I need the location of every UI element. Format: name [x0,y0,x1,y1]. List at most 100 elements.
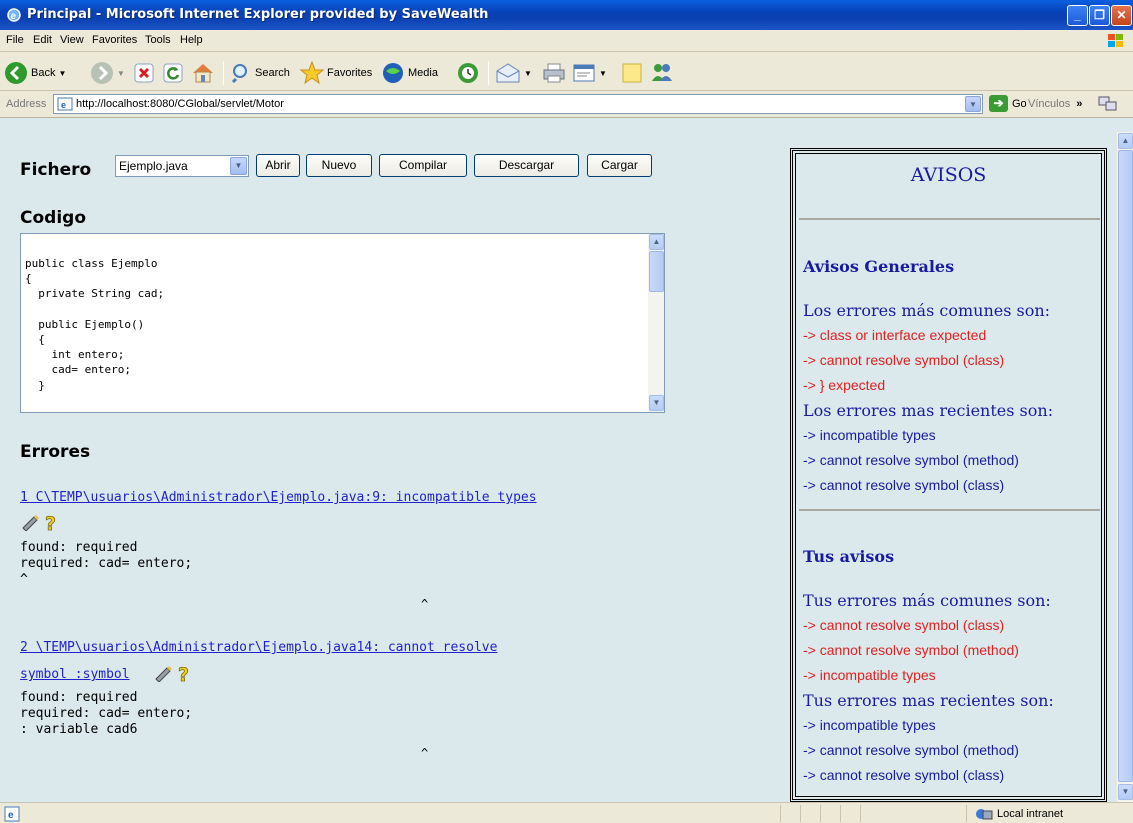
menu-favorites[interactable]: Favorites [92,34,137,46]
file-select[interactable]: Ejemplo.java ▼ [115,155,249,177]
page-status-icon: e [4,806,20,822]
window-title: Principal - Microsoft Internet Explorer … [27,7,489,22]
menu-bar: File Edit View Favorites Tools Help [0,30,1133,52]
svg-text:e: e [61,100,66,110]
star-icon [300,61,324,85]
scroll-down-icon[interactable]: ▼ [649,395,664,411]
error-2-icons: ? [153,664,191,684]
nuevo-button[interactable]: Nuevo [306,154,372,177]
help-question-icon[interactable]: ? [44,513,58,533]
menu-help[interactable]: Help [180,34,203,46]
chevron-down-icon: ▼ [117,68,125,78]
error-link-2a[interactable]: 2 \TEMP\usuarios\Administrador\Ejemplo.j… [20,640,497,655]
tus-comunes-label: Tus errores más comunes son: [803,591,1051,610]
edit-document-icon [573,64,595,82]
tus-recientes-item: -> cannot resolve symbol (class) [803,767,1005,783]
scroll-up-icon[interactable]: ▲ [649,234,664,250]
printer-icon [543,63,565,83]
menu-tools[interactable]: Tools [145,34,171,46]
links-toolbar[interactable]: Vínculos » [1028,98,1082,110]
intranet-icon [976,809,993,820]
menu-edit[interactable]: Edit [33,34,52,46]
tus-recientes-item: -> cannot resolve symbol (method) [803,742,1019,758]
go-arrow-icon: ➔ [989,95,1008,112]
back-label: Back [31,67,56,79]
svg-text:e: e [11,11,17,22]
windows-logo-icon [1108,34,1123,47]
svg-text:?: ? [178,664,189,684]
comunes-label: Los errores más comunes son: [803,301,1051,320]
edit-pen-icon[interactable] [20,513,40,531]
scroll-up-icon[interactable]: ▲ [1118,133,1133,149]
error-1-caret: ^ [421,597,429,611]
print-button[interactable] [542,60,566,86]
tus-comunes-item: -> cannot resolve symbol (method) [803,642,1019,658]
favorites-label: Favorites [327,67,373,79]
error-2-detail: found: required required: cad= entero; :… [20,690,193,737]
tus-recientes-item: -> incompatible types [803,717,936,733]
minimize-button[interactable]: _ [1067,5,1088,26]
error-link-2b[interactable]: symbol :symbol [20,667,130,682]
refresh-button[interactable] [162,60,184,86]
menu-view[interactable]: View [60,34,84,46]
links-more-icon: » [1076,98,1083,110]
code-textarea[interactable]: public class Ejemplo { private String ca… [20,233,665,413]
address-input[interactable]: e http://localhost:8080/CGlobal/servlet/… [53,94,983,114]
back-button[interactable]: Back ▼ [4,60,66,86]
code-text: public class Ejemplo { private String ca… [25,257,165,392]
fichero-label: Fichero [20,160,92,180]
tus-comunes-item: -> incompatible types [803,667,936,683]
messenger-button[interactable] [650,60,674,86]
code-scrollbar[interactable]: ▲ ▼ [648,234,664,412]
chevron-down-icon: ▼ [230,157,247,175]
abrir-button[interactable]: Abrir [256,154,300,177]
compilar-button[interactable]: Compilar [379,154,467,177]
status-bar: e Local intranet [0,802,1133,823]
comunes-item: -> class or interface expected [803,327,987,343]
chevron-down-icon: ▼ [524,68,532,78]
address-url: http://localhost:8080/CGlobal/servlet/Mo… [76,98,284,110]
edit-pen-icon[interactable] [153,664,173,682]
forward-button[interactable]: ▼ [90,60,125,86]
restore-button[interactable]: ❐ [1089,5,1110,26]
discuss-button[interactable] [621,60,643,86]
go-button[interactable]: ➔ Go [989,95,1027,112]
tus-recientes-label: Tus errores mas recientes son: [803,691,1054,710]
go-label: Go [1012,97,1027,110]
favorites-button[interactable]: Favorites [300,60,372,86]
edit-button[interactable]: ▼ [572,60,607,86]
recientes-item: -> incompatible types [803,427,936,443]
error-1-icons: ? [20,513,58,533]
close-button[interactable]: ✕ [1111,5,1132,26]
descargar-button[interactable]: Descargar [474,154,579,177]
media-button[interactable]: Media [381,60,438,86]
history-button[interactable] [456,60,480,86]
menu-file[interactable]: File [6,34,24,46]
ie-logo-icon: e [7,8,21,22]
scroll-thumb[interactable] [649,251,664,292]
note-icon [622,63,642,83]
avisos-title: AVISOS [910,164,987,186]
address-label: Address [6,98,47,110]
address-bar: Address e http://localhost:8080/CGlobal/… [0,91,1133,118]
address-dropdown-icon[interactable]: ▼ [965,96,981,112]
stop-button[interactable] [133,60,155,86]
search-button[interactable]: Search [230,60,290,86]
media-icon [383,63,403,83]
mail-icon [496,63,520,83]
title-bar: e Principal - Microsoft Internet Explore… [0,0,1133,30]
cargar-button[interactable]: Cargar [587,154,652,177]
page-scrollbar[interactable]: ▲ ▼ [1116,132,1133,802]
links-label: Vínculos [1028,98,1071,110]
divider [799,218,1100,220]
home-button[interactable] [191,60,215,86]
security-zone[interactable]: Local intranet [975,807,1063,821]
avisos-generales-heading: Avisos Generales [803,257,955,276]
comunes-item: -> cannot resolve symbol (class) [803,352,1005,368]
zone-label: Local intranet [997,808,1064,820]
help-question-icon[interactable]: ? [177,664,191,684]
scroll-thumb[interactable] [1118,150,1133,782]
mail-button[interactable]: ▼ [495,60,532,86]
scroll-down-icon[interactable]: ▼ [1118,784,1133,800]
error-link-1[interactable]: 1 C\TEMP\usuarios\Administrador\Ejemplo.… [20,490,537,505]
